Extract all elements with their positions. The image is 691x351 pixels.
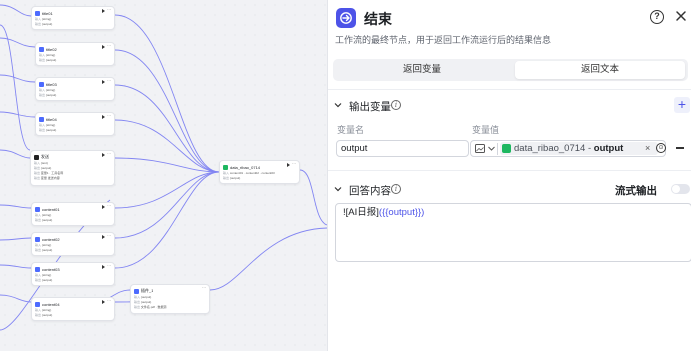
panel-description: 工作流的最终节点，用于返回工作流运行后的结果信息 [335, 35, 552, 45]
more-icon[interactable]: ··· [107, 78, 111, 83]
node-title: content03 [42, 266, 60, 272]
node-title: 发送 [41, 154, 49, 159]
output-variables-header[interactable]: 输出变量 i [328, 97, 691, 115]
more-icon[interactable]: ··· [107, 263, 111, 268]
node-type-icon [35, 236, 40, 242]
tab-return-text[interactable]: 返回文本 [515, 61, 685, 79]
streaming-output-toggle[interactable] [671, 184, 690, 194]
more-icon[interactable]: ··· [107, 7, 111, 12]
workflow-node[interactable]: title04 ··· 输入 {string} 输出 {output} [35, 112, 115, 136]
workflow-node[interactable]: content03 ··· 输入 {string} 输出 {output} [31, 262, 115, 286]
chevron-down-icon[interactable] [334, 101, 342, 109]
node-title: title03 [46, 81, 57, 87]
workflow-node[interactable]: 发送 ··· 输入 {text} 输出 {output} 输出 变量1 · 工具… [30, 150, 115, 186]
variable-value-input[interactable]: data_ribao_0714 - output × [470, 140, 666, 157]
node-title: title01 [42, 10, 53, 16]
chevron-down-icon[interactable] [334, 185, 342, 193]
workflow-node[interactable]: title01 ··· 输入 {string} 输出 {output} [31, 6, 115, 30]
node-type-icon [39, 81, 44, 87]
divider [328, 170, 691, 171]
panel-title: 结束 [364, 11, 392, 27]
more-icon[interactable]: ··· [107, 233, 111, 238]
run-icon[interactable] [102, 205, 105, 209]
node-type-icon [39, 46, 44, 52]
tab-return-variables[interactable]: 返回变量 [336, 61, 508, 79]
answer-text: ![AI日报] [343, 207, 379, 218]
more-icon[interactable]: ··· [107, 113, 111, 118]
node-type-icon [134, 288, 139, 294]
node-type-icon [39, 116, 44, 122]
image-icon[interactable] [475, 144, 485, 153]
node-type-icon [34, 154, 39, 160]
run-icon[interactable] [102, 235, 105, 239]
variable-reference-chip[interactable]: data_ribao_0714 - output × [500, 142, 658, 155]
node-type-icon [223, 164, 228, 170]
answer-variable: ({{output}}) [378, 207, 425, 218]
end-node-panel: 结束 ? 工作流的最终节点，用于返回工作流运行后的结果信息 返回变量 返回文本 … [327, 0, 691, 351]
run-icon[interactable] [102, 45, 105, 49]
workflow-node[interactable]: data_ribao_0714 ··· 输入 content01 · conte… [219, 160, 300, 184]
streaming-output-label: 流式输出 [615, 185, 657, 197]
section-title: 输出变量 [349, 101, 391, 113]
node-title: title04 [46, 116, 57, 122]
workflow-node[interactable]: 插件_1 ··· 输入 {output} 输出 {output} 输出 文件名.… [130, 284, 210, 314]
node-type-icon [35, 266, 40, 272]
more-icon[interactable]: ··· [202, 285, 206, 290]
node-type-icon [35, 206, 40, 212]
clear-icon[interactable]: × [645, 143, 650, 154]
workflow-canvas[interactable]: title01 ··· 输入 {string} 输出 {output} titl… [0, 0, 327, 351]
more-icon[interactable]: ··· [107, 151, 111, 156]
more-icon[interactable]: ··· [107, 203, 111, 208]
run-icon[interactable] [102, 300, 105, 304]
workflow-node[interactable]: content01 ··· 输入 {string} 输出 {output} [31, 202, 115, 226]
node-title: content02 [42, 236, 60, 242]
run-icon[interactable] [102, 80, 105, 84]
workflow-node[interactable]: title02 ··· 输入 {string} 输出 {output} [35, 42, 115, 66]
source-node-name: data_ribao_0714 [514, 143, 586, 154]
node-title: data_ribao_0714 [230, 164, 261, 170]
add-variable-button[interactable]: + [674, 97, 690, 113]
section-title: 回答内容 [349, 185, 391, 197]
run-icon[interactable] [102, 153, 105, 157]
run-icon[interactable] [102, 115, 105, 119]
source-variable-name: output [593, 143, 624, 154]
workflow-node[interactable]: title03 ··· 输入 {string} 输出 {output} [35, 77, 115, 101]
more-icon[interactable]: ··· [107, 298, 111, 303]
close-icon[interactable] [674, 9, 688, 23]
run-icon[interactable] [287, 163, 290, 167]
workflow-editor: title01 ··· 输入 {string} 输出 {output} titl… [0, 0, 691, 351]
help-icon[interactable]: ? [650, 10, 664, 24]
variable-picker-icon[interactable]: ⊙ [656, 143, 666, 153]
answer-content-editor[interactable]: ![AI日报]({{output}}) [335, 203, 691, 262]
run-icon[interactable] [102, 265, 105, 269]
workflow-node[interactable]: content02 ··· 输入 {string} 输出 {output} [31, 232, 115, 256]
workflow-node[interactable]: content04 ··· 输入 {string} 输出 {output} [31, 297, 115, 321]
node-type-icon [35, 301, 40, 307]
node-title: content04 [42, 301, 60, 307]
divider [328, 89, 691, 90]
plugin-node-icon [502, 144, 511, 153]
end-node-icon [336, 8, 356, 28]
more-icon[interactable]: ··· [107, 43, 111, 48]
node-title: content01 [42, 206, 60, 212]
return-mode-switch: 返回变量 返回文本 [333, 59, 688, 81]
info-icon[interactable]: i [391, 100, 401, 110]
more-icon[interactable]: ··· [292, 161, 296, 166]
run-icon[interactable] [102, 9, 105, 13]
node-title: 插件_1 [141, 288, 154, 293]
remove-variable-button[interactable] [676, 147, 684, 149]
panel-header: 结束 ? 工作流的最终节点，用于返回工作流运行后的结果信息 [328, 0, 691, 56]
column-label-name: 变量名 [337, 125, 365, 135]
variable-name-input[interactable]: output [336, 140, 469, 157]
node-type-icon [35, 10, 40, 16]
node-title: title02 [46, 46, 57, 52]
chevron-down-icon[interactable] [488, 146, 495, 151]
info-icon[interactable]: i [391, 184, 401, 194]
column-label-value: 变量值 [472, 125, 500, 135]
